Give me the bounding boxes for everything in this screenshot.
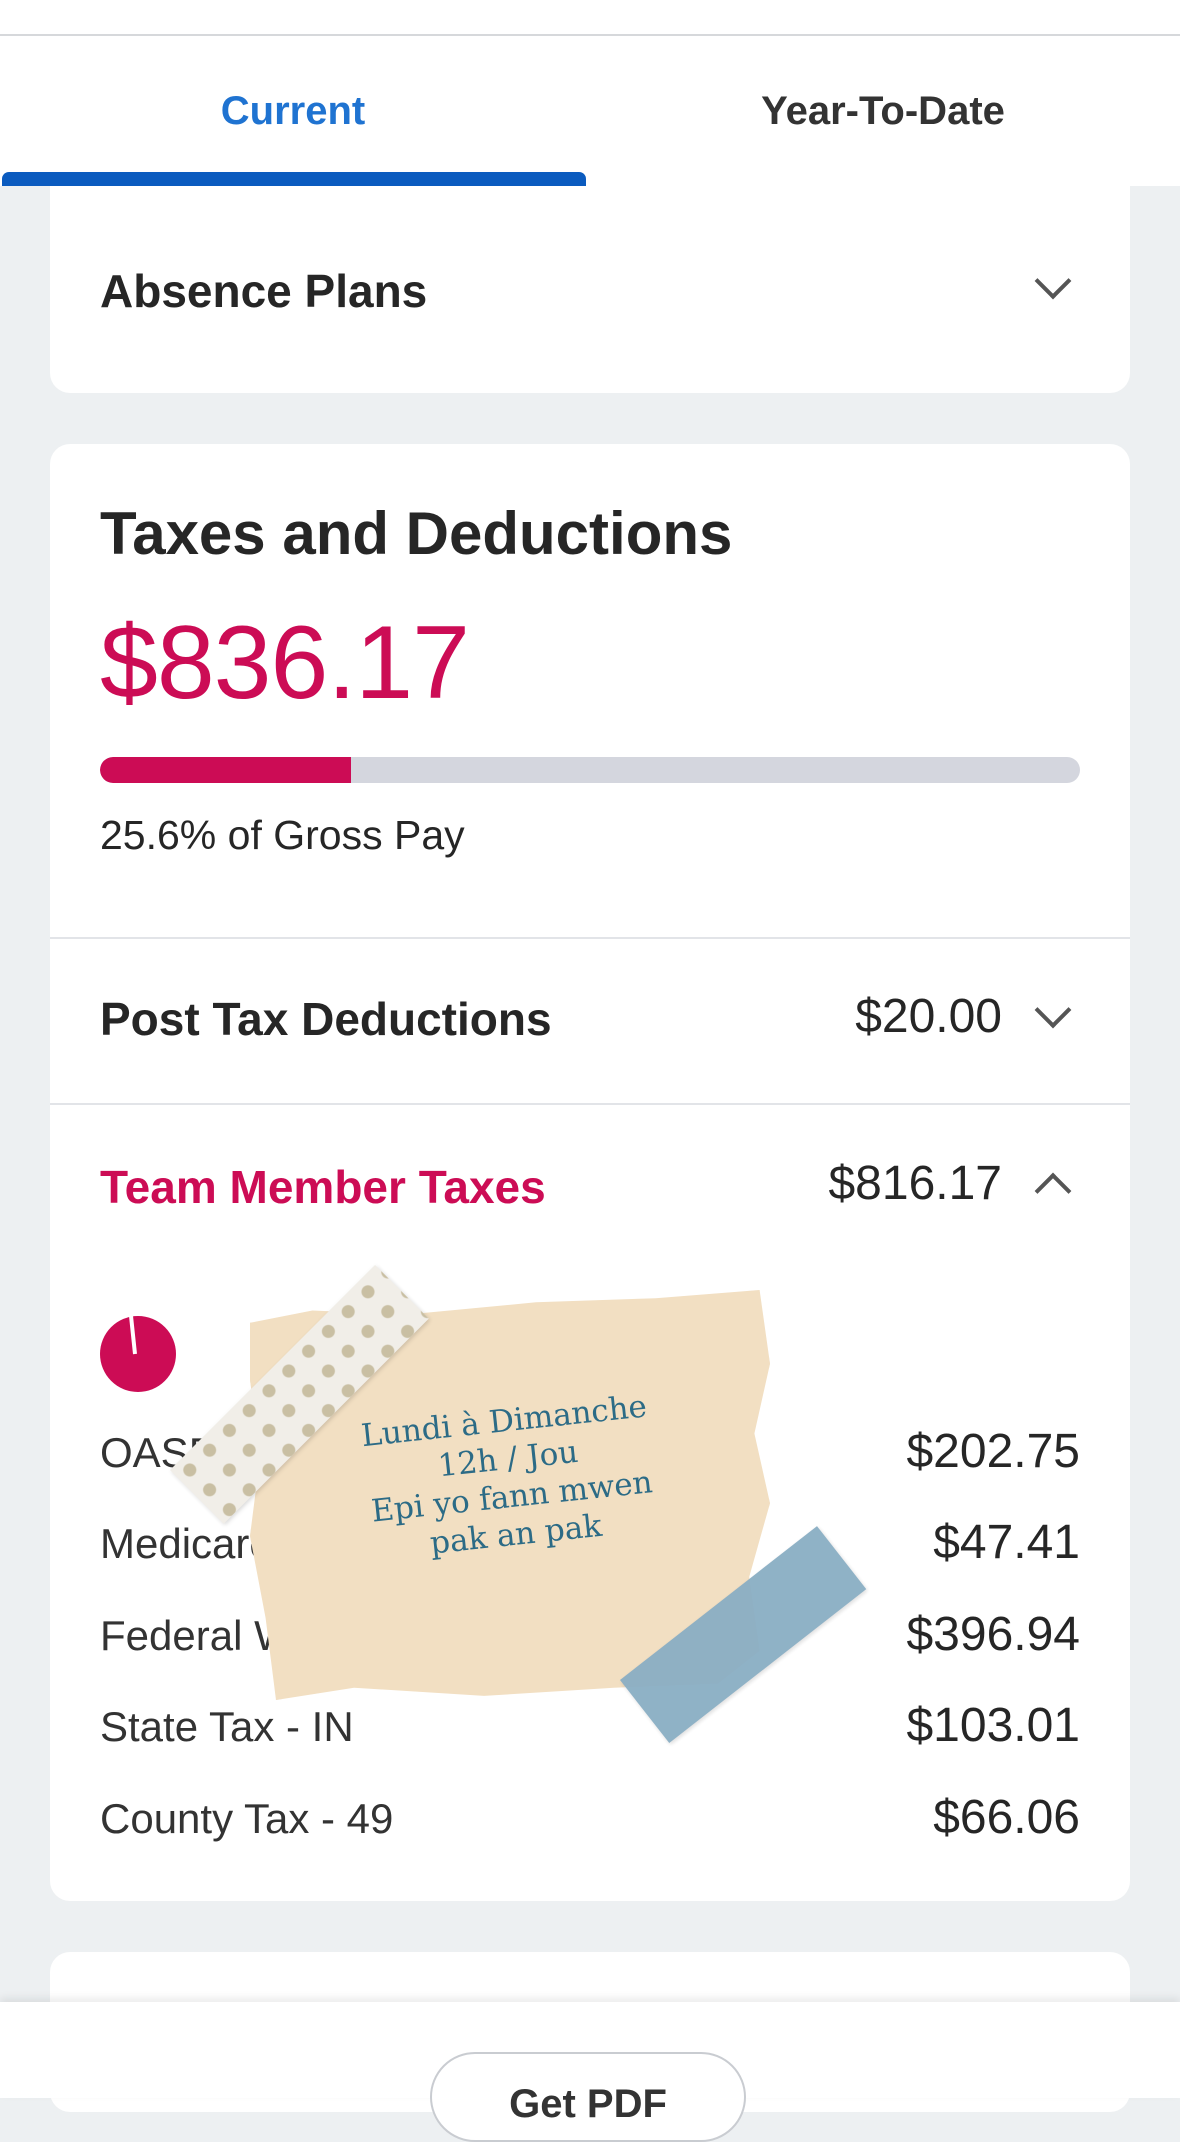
absence-plans-title: Absence Plans — [100, 265, 428, 317]
percent-of-gross-label: 25.6% of Gross Pay — [100, 812, 465, 858]
tab-year-to-date[interactable]: Year-To-Date — [586, 36, 1180, 186]
post-tax-deductions-label: Post Tax Deductions — [100, 993, 552, 1045]
pie-chart-icon — [100, 1315, 176, 1392]
team-member-taxes-label: Team Member Taxes — [100, 1161, 546, 1213]
gross-pay-progress-fill — [100, 757, 351, 783]
bottom-action-bar: Get PDF — [0, 2002, 1180, 2142]
chevron-down-icon[interactable] — [1034, 262, 1072, 300]
tab-current[interactable]: Current — [0, 36, 586, 186]
tax-item-amount: $202.75 — [906, 1425, 1080, 1478]
tax-item-label: State Tax - IN — [100, 1703, 354, 1750]
tax-item-amount: $396.94 — [906, 1608, 1080, 1661]
tax-item-amount: $47.41 — [933, 1516, 1080, 1569]
active-tab-indicator — [2, 172, 586, 186]
top-divider — [0, 0, 1180, 36]
post-tax-deductions-amount: $20.00 — [855, 990, 1002, 1043]
tax-item-label: County Tax - 49 — [100, 1795, 394, 1842]
tax-item-amount: $103.01 — [906, 1699, 1080, 1752]
tax-item-amount: $66.06 — [933, 1791, 1080, 1844]
tab-bar: Current Year-To-Date — [0, 36, 1180, 186]
chevron-down-icon[interactable] — [1034, 991, 1072, 1029]
divider — [50, 1103, 1130, 1105]
team-member-taxes-amount: $816.17 — [828, 1157, 1002, 1210]
section-title: Taxes and Deductions — [100, 500, 733, 567]
divider — [50, 937, 1130, 939]
absence-plans-card[interactable]: Absence Plans — [50, 186, 1130, 393]
gross-pay-progress — [100, 757, 1080, 783]
get-pdf-button[interactable]: Get PDF — [430, 2052, 746, 2142]
pie-slice — [129, 1315, 137, 1355]
taxes-total-amount: $836.17 — [100, 605, 470, 721]
tax-item-label: Medicare — [100, 1520, 273, 1567]
chevron-up-icon[interactable] — [1034, 1172, 1072, 1210]
